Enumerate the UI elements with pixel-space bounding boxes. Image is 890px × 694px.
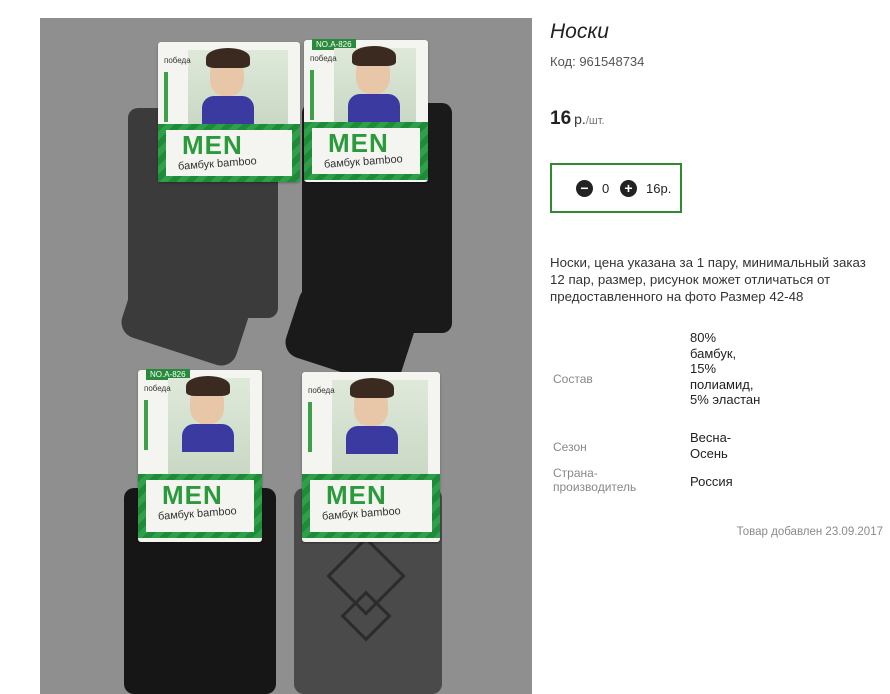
property-value: 80% бамбук, 15% полиамид, 5% эластан: [690, 330, 761, 407]
property-key: Сезон: [553, 440, 587, 454]
plus-circle-icon[interactable]: +: [620, 180, 637, 197]
product-description: Носки, цена указана за 1 пару, минимальн…: [550, 255, 866, 304]
package-label: победа MEN бамбук bamboo: [158, 42, 300, 182]
brand-logo: победа: [310, 54, 337, 63]
product-photo[interactable]: победа MEN бамбук bamboo NO.A-826 победа…: [40, 18, 532, 694]
minus-circle-icon[interactable]: −: [576, 180, 593, 197]
price-currency: р.: [574, 111, 586, 127]
package-label: NO.A-826 победа MEN бамбук bamboo: [304, 39, 428, 182]
price: 16 р./шт.: [550, 108, 605, 130]
quantity-stepper: − 0 + 16р.: [550, 163, 682, 213]
package-label: победа MEN бамбук bamboo: [302, 372, 440, 542]
product-code: Код: 961548734: [550, 54, 645, 69]
price-per-unit: /шт.: [585, 115, 605, 127]
product-title: Носки: [550, 20, 609, 43]
property-key: Страна-производитель: [553, 466, 637, 494]
quantity-sum: 16р.: [646, 181, 672, 196]
added-date: Товар добавлен 23.09.2017: [736, 526, 883, 538]
price-value: 16: [550, 108, 572, 129]
quantity-value[interactable]: 0: [602, 181, 609, 196]
property-value: Весна-Осень: [690, 430, 732, 461]
brand-logo: победа: [164, 56, 191, 65]
property-value: Россия: [690, 474, 733, 489]
price-unit: р./шт.: [574, 111, 604, 127]
brand-logo: победа: [144, 384, 171, 393]
package-label: NO.A-826 победа MEN бамбук bamboo: [138, 369, 262, 542]
brand-logo: победа: [308, 386, 335, 395]
property-key: Состав: [553, 372, 593, 386]
